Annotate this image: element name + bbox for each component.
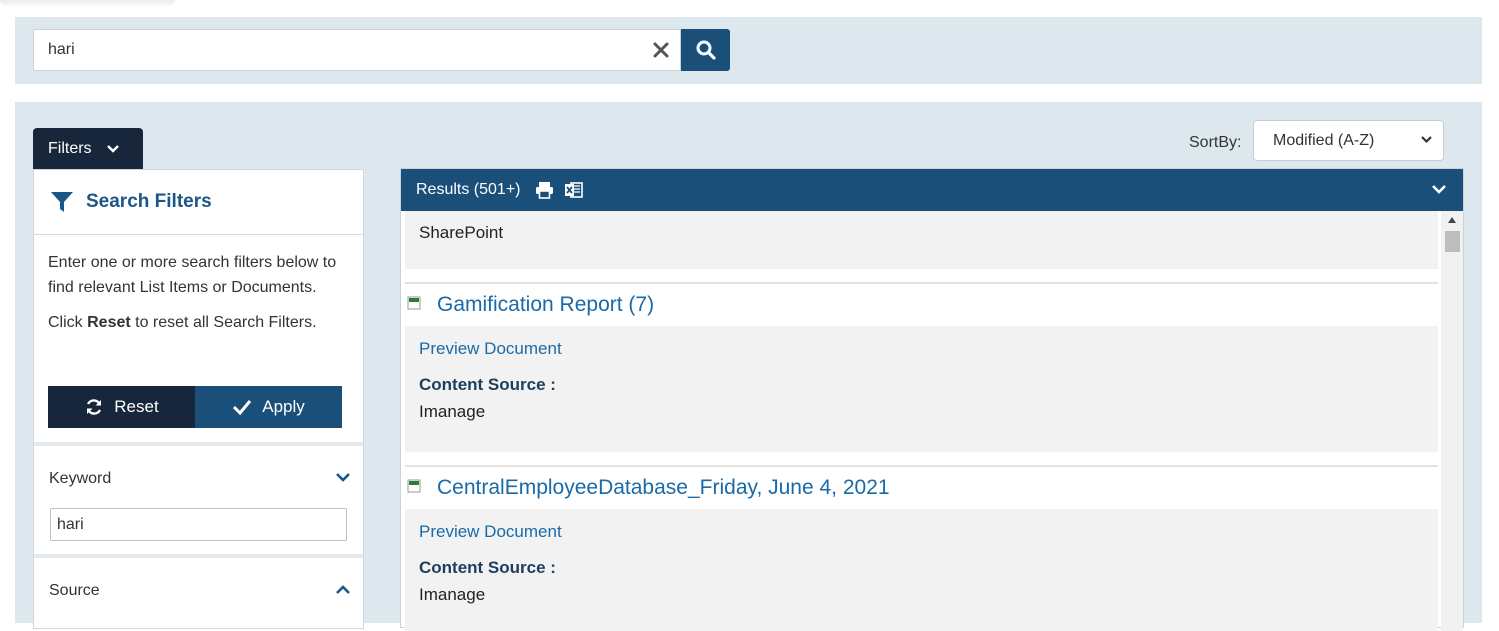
check-icon (233, 400, 252, 416)
top-shadow (0, 0, 175, 6)
close-icon[interactable] (650, 39, 672, 61)
apply-button[interactable]: Apply (195, 386, 342, 428)
scroll-thumb[interactable] (1445, 231, 1460, 252)
chevron-down-icon (106, 145, 119, 153)
excel-file-icon (407, 296, 421, 310)
search-icon (696, 40, 716, 60)
keyword-label: Keyword (49, 470, 112, 487)
chevron-down-icon[interactable] (335, 472, 351, 483)
excel-file-icon (407, 479, 421, 493)
results-list: SharePoint Gamification Report (7) Previ… (405, 211, 1438, 631)
search-bar (15, 17, 1482, 84)
filter-description: Enter one or more search filters below t… (48, 254, 337, 296)
divider (405, 452, 1438, 467)
list-item-header: CentralEmployeeDatabase_Friday, June 4, … (405, 467, 1438, 509)
divider (34, 442, 363, 446)
result-title-link[interactable]: CentralEmployeeDatabase_Friday, June 4, … (437, 476, 890, 500)
divider (405, 269, 1438, 284)
sort-selected-value: Modified (A-Z) (1273, 131, 1375, 149)
filters-tab-label: Filters (48, 140, 92, 157)
print-icon[interactable] (535, 181, 554, 199)
list-item: SharePoint (405, 211, 1438, 269)
reset-hint: Click Reset to reset all Search Filters. (34, 300, 363, 332)
scroll-up-arrow-icon[interactable] (1448, 217, 1456, 223)
reset-button-label: Reset (114, 397, 159, 416)
search-input[interactable] (34, 30, 614, 70)
reset-hint-bold: Reset (87, 314, 131, 331)
chevron-up-icon[interactable] (335, 584, 351, 595)
sort-select[interactable]: Modified (A-Z) (1253, 120, 1444, 161)
main-panel: Filters Search Filters Enter one or more… (15, 102, 1482, 631)
excel-icon[interactable] (564, 181, 583, 199)
filter-panel-header: Search Filters (34, 170, 363, 235)
sort-label: SortBy: (1189, 134, 1242, 151)
results-scrollbar[interactable] (1441, 211, 1463, 631)
chevron-down-icon (1421, 136, 1432, 144)
filter-panel-title: Search Filters (86, 191, 212, 212)
apply-button-label: Apply (262, 397, 305, 416)
filter-icon (51, 192, 73, 212)
keyword-input[interactable] (50, 508, 347, 541)
source-label: Source (49, 582, 100, 599)
content-source-value: Imanage (419, 585, 486, 604)
preview-document-link[interactable]: Preview Document (419, 339, 1424, 359)
list-item: Preview Document Content Source : Imanag… (405, 509, 1438, 631)
search-button[interactable] (681, 29, 730, 71)
chevron-down-icon[interactable] (1431, 184, 1447, 195)
filter-panel: Search Filters Enter one or more search … (33, 169, 364, 629)
search-box (33, 29, 681, 71)
list-item: Preview Document Content Source : Imanag… (405, 326, 1438, 452)
divider (34, 554, 363, 558)
list-item-header: Gamification Report (7) (405, 284, 1438, 326)
filter-actions: Reset Apply (48, 386, 342, 428)
results-count: Results (501+) (416, 181, 521, 198)
result-title-link[interactable]: Gamification Report (7) (437, 293, 654, 317)
content-source-value: Imanage (419, 402, 486, 421)
results-panel: Results (501+) SharePoint Gamification R… (400, 168, 1464, 631)
content-source-label: Content Source : (419, 375, 556, 394)
refresh-icon (87, 399, 102, 415)
preview-document-link[interactable]: Preview Document (419, 522, 1424, 542)
reset-hint-suffix: to reset all Search Filters. (130, 314, 317, 331)
results-header: Results (501+) (401, 169, 1463, 211)
content-source-value: SharePoint (419, 223, 504, 242)
reset-button[interactable]: Reset (48, 386, 195, 428)
reset-hint-prefix: Click (48, 314, 88, 331)
filters-toggle[interactable]: Filters (33, 128, 143, 170)
content-source-label: Content Source : (419, 558, 556, 577)
